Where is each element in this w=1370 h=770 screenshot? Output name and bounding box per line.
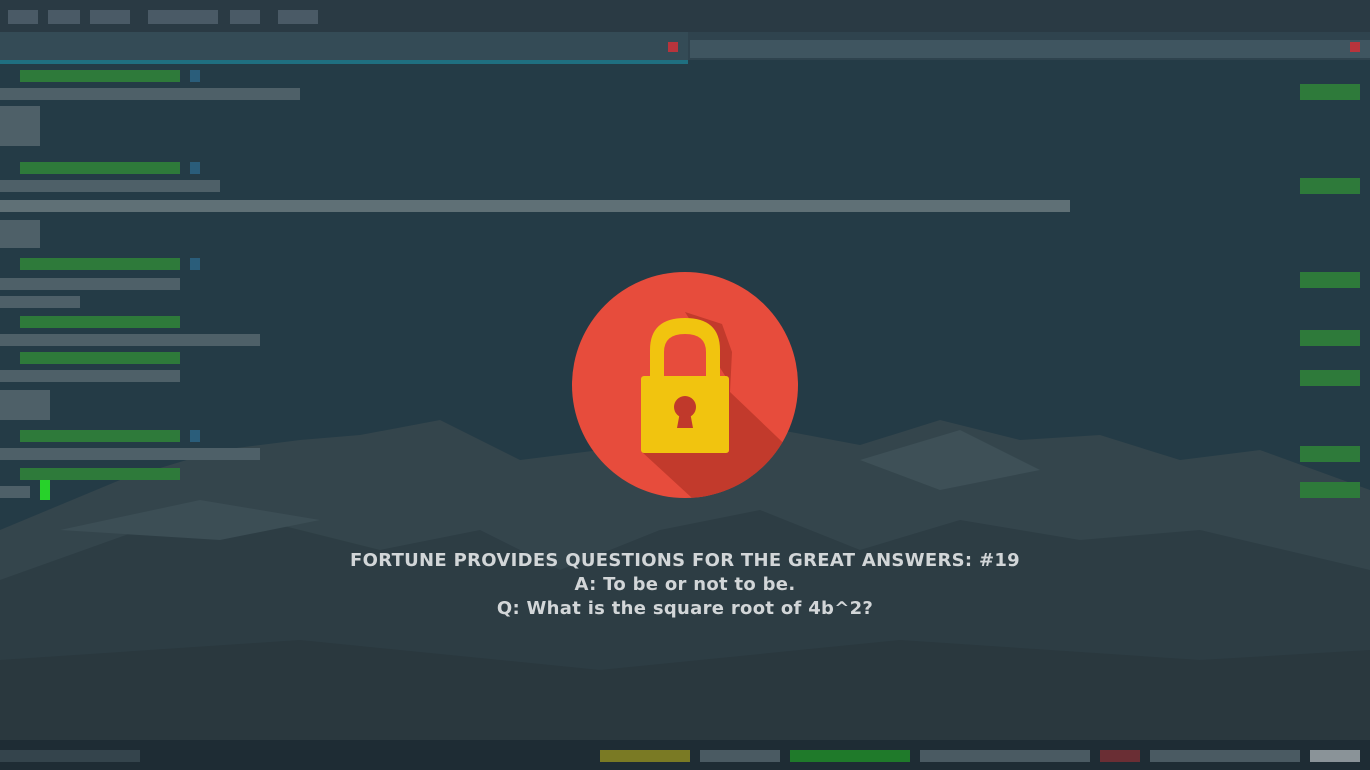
terminal-output-line — [0, 220, 40, 248]
terminal-prompt-line — [20, 258, 180, 270]
top-menubar — [0, 0, 1370, 32]
terminal-prompt-line — [20, 316, 180, 328]
terminal-prompt-accent — [190, 430, 200, 442]
terminal-output-line — [0, 370, 180, 382]
menu-blur-block — [48, 10, 80, 24]
terminal-timestamp — [1300, 370, 1360, 386]
menu-blur-block — [278, 10, 318, 24]
pane-tab-right — [690, 40, 1370, 58]
terminal-prompt-accent — [190, 258, 200, 270]
terminal-timestamp — [1300, 330, 1360, 346]
terminal-prompt-line — [20, 70, 180, 82]
status-blur-block — [1100, 750, 1140, 762]
pane-accent-bar — [0, 60, 688, 64]
terminal-output-line — [0, 448, 260, 460]
terminal-output-line — [0, 278, 180, 290]
menu-blur-block — [90, 10, 130, 24]
terminal-timestamp — [1300, 272, 1360, 288]
menu-blur-block — [148, 10, 218, 24]
terminal-output-line — [0, 296, 80, 308]
terminal-output-line — [0, 88, 300, 100]
menu-blur-block — [230, 10, 260, 24]
pane-close-indicator — [1350, 42, 1360, 52]
terminal-prompt-line — [20, 430, 180, 442]
status-blur-block — [920, 750, 1090, 762]
terminal-prompt-accent — [190, 162, 200, 174]
terminal-output-line — [0, 200, 1070, 212]
padlock-icon — [572, 272, 798, 498]
terminal-pane-header — [0, 32, 1370, 64]
fortune-answer: A: To be or not to be. — [574, 574, 796, 595]
terminal-prompt-line — [20, 162, 180, 174]
status-blur-block — [1310, 750, 1360, 762]
status-blur-block — [700, 750, 780, 762]
terminal-timestamp — [1300, 482, 1360, 498]
terminal-output-line — [0, 486, 30, 498]
status-blur-block — [600, 750, 690, 762]
status-blur-block — [790, 750, 910, 762]
bottom-status-bar — [0, 740, 1370, 770]
terminal-prompt-line — [20, 352, 180, 364]
terminal-output-line — [0, 106, 40, 146]
terminal-timestamp — [1300, 178, 1360, 194]
menu-blur-block — [8, 10, 38, 24]
fortune-title: FORTUNE PROVIDES QUESTIONS FOR THE GREAT… — [350, 550, 1020, 571]
terminal-output-line — [0, 180, 220, 192]
terminal-output-line — [0, 390, 50, 420]
pane-close-indicator — [668, 42, 678, 52]
fortune-question: Q: What is the square root of 4b^2? — [496, 598, 874, 619]
terminal-prompt-line — [20, 468, 180, 480]
status-blur-block — [1150, 750, 1300, 762]
terminal-prompt-accent — [190, 70, 200, 82]
terminal-timestamp — [1300, 446, 1360, 462]
terminal-timestamp — [1300, 84, 1360, 100]
terminal-output-line — [0, 334, 260, 346]
status-blur-block — [0, 750, 140, 762]
terminal-cursor — [40, 480, 50, 500]
pane-tab-left — [0, 32, 688, 60]
